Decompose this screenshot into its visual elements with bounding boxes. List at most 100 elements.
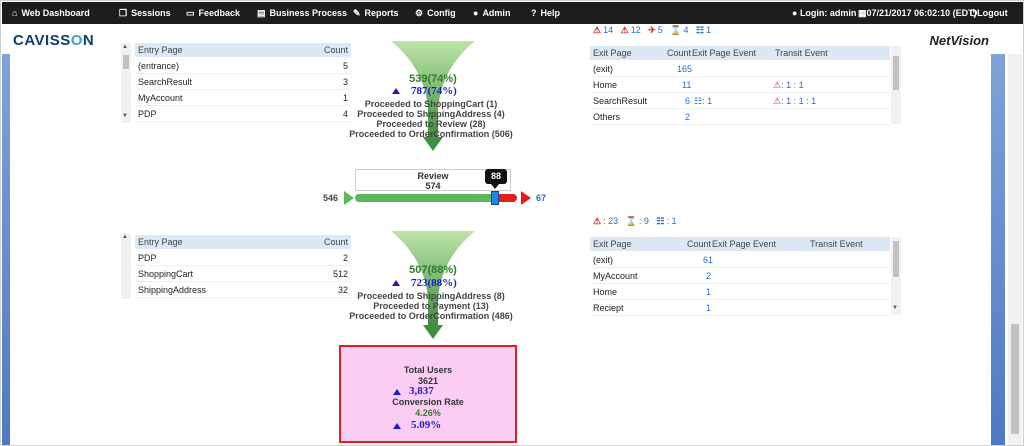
review-progress-bar [355, 194, 494, 202]
top-nav: ⌂ Web Dashboard ❐ Sessions ▭ Feedback ▤ Busi… [2, 2, 1023, 24]
login-user[interactable]: ● Login: admin [792, 2, 856, 24]
scroll-thumb[interactable] [893, 56, 899, 90]
total-users-compare: 3,837 [409, 385, 434, 397]
scroll-thumb[interactable] [893, 241, 899, 277]
logout-button[interactable]: ⏻Logout [970, 2, 1008, 24]
table-row[interactable]: ShippingAddress 32 [135, 282, 351, 298]
hourglass-icon: ⌛ [670, 25, 682, 35]
business-process-icon: ▤ [257, 8, 266, 18]
feedback-icon: ▭ [186, 8, 195, 18]
calendar-icon: ▦ [858, 8, 867, 18]
trend-up-icon [392, 280, 400, 286]
top-entry-table: ▲ ▼ Entry Page Count (entrance) 5 SearchR… [121, 43, 351, 123]
review-bar-marker[interactable] [491, 191, 499, 205]
config-icon: ⚙ [415, 8, 424, 18]
conversion-rate-value: 4.26% [415, 408, 441, 418]
table-row[interactable]: (entrance) 5 [135, 58, 351, 74]
conversion-rate-compare: 5.09% [411, 419, 442, 431]
transit-events[interactable]: ⚠: 1 : 1 [773, 77, 804, 93]
proceeded-line: Proceeded to Review (28) [376, 119, 486, 129]
table-row[interactable]: Home 11 ⚠: 1 : 1 [590, 77, 890, 93]
page-scrollbar-thumb[interactable] [1011, 324, 1019, 434]
top-funnel-icon [391, 41, 475, 151]
bottom-exit-table: Exit Page Count Exit Page Event Transit … [590, 237, 902, 316]
review-out-count[interactable]: 67 [536, 193, 546, 203]
top-funnel-percent: 539(74%) [409, 73, 457, 85]
summary-box: Total Users 3621 3,837 Conversion Rate 4… [339, 345, 517, 443]
review-tooltip: 88 [485, 169, 507, 184]
conversion-rate-label: Conversion Rate [392, 397, 464, 407]
nav-business-process[interactable]: ▤ Business Process [257, 2, 347, 24]
table-header: Exit Page Count Exit Page Event Transit … [590, 237, 890, 251]
bottom-exit-events: ⚠: 23 ⌛: 9 ☷: 1 [593, 216, 677, 226]
table-header: Exit Page Count Exit Page Event Transit … [590, 46, 890, 60]
scroll-thumb[interactable] [123, 55, 129, 69]
table-row[interactable]: SearchResult 6 ☷: 1 ⚠: 1 : 1 : 1 [590, 93, 890, 109]
trend-up-icon [393, 423, 401, 429]
plane-icon: ✈ [648, 25, 656, 35]
proceeded-line: Proceeded to ShoppingCart (1) [364, 99, 498, 109]
scroll-down-icon[interactable]: ▼ [122, 113, 128, 119]
warning-icon: ⚠ [773, 80, 782, 90]
reports-icon: ✎ [353, 8, 361, 18]
bottom-exit-scrollbar[interactable]: ▼ [891, 237, 901, 315]
cavisson-logo: CAVISSON [13, 32, 95, 49]
proceeded-line: Proceeded to ShippingAddress (4) [357, 109, 505, 119]
help-icon: ? [531, 8, 537, 18]
page-icon: ☷ [656, 216, 665, 226]
proceeded-line: Proceeded to ShippingAddress (8) [357, 291, 505, 301]
nav-sessions[interactable]: ❐ Sessions [119, 2, 171, 24]
table-row[interactable]: Others 2 [590, 109, 890, 125]
table-row[interactable]: (exit) 61 [590, 252, 890, 268]
table-row[interactable]: MyAccount 2 [590, 268, 890, 284]
tooltip-pointer [491, 184, 499, 189]
error-icon: ⚠ [593, 25, 602, 35]
table-row[interactable]: ShoppingCart 512 [135, 266, 351, 282]
nav-feedback[interactable]: ▭ Feedback [186, 2, 240, 24]
nav-reports[interactable]: ✎ Reports [353, 2, 399, 24]
nav-config[interactable]: ⚙ Config [415, 2, 456, 24]
exit-page-event[interactable]: ☷: 1 [694, 93, 712, 109]
proceeded-line: Proceeded to OrderConfirmation (506) [349, 129, 513, 139]
review-exit-bar [498, 194, 517, 202]
table-row[interactable]: Reciept 1 [590, 300, 890, 316]
nav-admin[interactable]: ● Admin [473, 2, 510, 24]
table-row[interactable]: PDP 4 [135, 106, 351, 122]
top-entry-scrollbar[interactable]: ▲ ▼ [121, 43, 131, 123]
bottom-entry-table: ▲ Entry Page Count PDP 2 ShoppingCart 512 … [121, 233, 351, 299]
review-in-count: 546 [323, 193, 339, 203]
top-exit-events: ⚠ 14 ⚠ 12 ✈ 5 ⌛ 4 ☷ 1 [593, 25, 712, 35]
transit-events[interactable]: ⚠: 1 : 1 : 1 [773, 93, 816, 109]
page-icon: ☷ [694, 96, 703, 106]
page-scrollbar[interactable] [1008, 54, 1022, 445]
user-icon: ● [792, 8, 800, 18]
netvision-logo: NetVision [929, 33, 989, 48]
scroll-down-icon[interactable]: ▼ [892, 305, 898, 311]
top-exit-scrollbar[interactable] [891, 46, 901, 124]
table-row[interactable]: PDP 2 [135, 250, 351, 266]
scroll-up-icon[interactable]: ▲ [122, 44, 128, 50]
bottom-funnel-percent: 507(88%) [409, 264, 457, 276]
total-users-label: Total Users [403, 365, 453, 375]
bottom-funnel-compare: 723(88%) [411, 277, 457, 289]
table-row[interactable]: SearchResult 3 [135, 74, 351, 90]
admin-icon: ● [473, 8, 479, 18]
top-funnel-compare: 787(74%) [411, 85, 457, 97]
sessions-icon: ❐ [119, 8, 128, 18]
table-row[interactable]: (exit) 165 [590, 61, 890, 77]
bottom-entry-scrollbar[interactable]: ▲ [121, 233, 131, 299]
scroll-up-icon[interactable]: ▲ [122, 234, 128, 240]
table-row[interactable]: Home 1 [590, 284, 890, 300]
hourglass-icon: ⌛ [625, 216, 637, 226]
nav-web-dashboard[interactable]: ⌂ Web Dashboard [12, 2, 90, 24]
nav-help[interactable]: ? Help [531, 2, 560, 24]
dashboard-icon: ⌂ [12, 8, 18, 18]
proceeded-line: Proceeded to Payment (13) [373, 301, 489, 311]
trend-up-icon [393, 389, 401, 395]
warning-icon: ⚠ [773, 96, 782, 106]
table-row[interactable]: MyAccount 1 [135, 90, 351, 106]
top-exit-table: Exit Page Count Exit Page Event Transit … [590, 46, 902, 125]
page-icon: ☷ [696, 25, 705, 35]
warning-icon: ⚠ [620, 25, 629, 35]
exit-arrow-icon [521, 191, 531, 205]
